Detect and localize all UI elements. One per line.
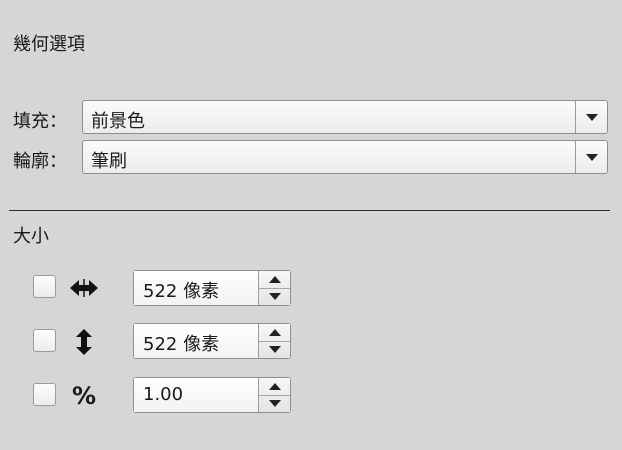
height-checkbox[interactable] [33, 329, 56, 352]
scale-spinbox[interactable]: 1.00 [133, 377, 291, 413]
chevron-up-icon [268, 383, 281, 390]
horizontal-resize-icon [68, 275, 100, 301]
fill-label: 填充： [13, 111, 67, 132]
chevron-down-icon [268, 400, 281, 407]
outline-label: 輪廓： [13, 151, 67, 172]
outline-dropdown[interactable]: 筆刷 [82, 140, 608, 174]
chevron-up-icon [268, 329, 281, 336]
section-divider [9, 210, 610, 211]
width-increment-button[interactable] [259, 271, 290, 289]
width-input[interactable]: 522 像素 [134, 271, 260, 305]
scale-decrement-button[interactable] [259, 395, 290, 412]
vertical-resize-icon [68, 329, 100, 355]
height-decrement-button[interactable] [259, 341, 290, 358]
fill-dropdown-value: 前景色 [91, 111, 145, 132]
height-input[interactable]: 522 像素 [134, 324, 260, 358]
height-value: 522 像素 [143, 334, 220, 355]
height-spinbox[interactable]: 522 像素 [133, 323, 291, 359]
size-section-label: 大小 [13, 226, 49, 247]
chevron-down-icon [585, 113, 598, 121]
fill-dropdown-button[interactable] [575, 101, 607, 133]
fill-dropdown[interactable]: 前景色 [82, 100, 608, 134]
chevron-down-icon [268, 293, 281, 300]
chevron-down-icon [268, 346, 281, 353]
width-checkbox[interactable] [33, 275, 56, 298]
percent-icon: % [71, 382, 97, 410]
width-value: 522 像素 [143, 281, 220, 302]
scale-value: 1.00 [143, 384, 184, 405]
outline-dropdown-button[interactable] [575, 141, 607, 173]
chevron-down-icon [585, 153, 598, 161]
width-decrement-button[interactable] [259, 288, 290, 305]
panel-title: 幾何選項 [13, 34, 85, 55]
chevron-up-icon [268, 276, 281, 283]
outline-dropdown-value: 筆刷 [91, 151, 127, 172]
width-spinbox[interactable]: 522 像素 [133, 270, 291, 306]
scale-input[interactable]: 1.00 [134, 378, 260, 412]
scale-checkbox[interactable] [33, 383, 56, 406]
scale-increment-button[interactable] [259, 378, 290, 396]
height-increment-button[interactable] [259, 324, 290, 342]
